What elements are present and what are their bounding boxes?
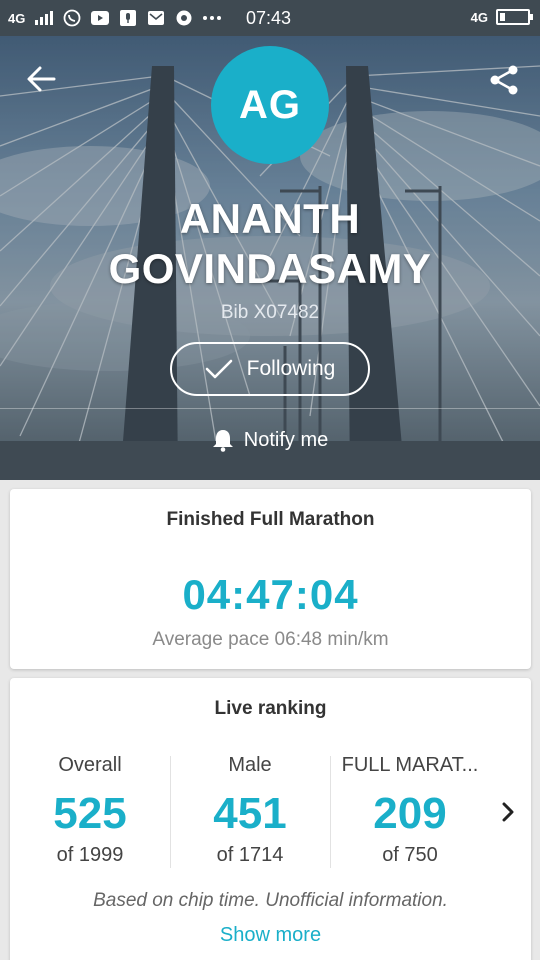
microphone-icon: [119, 9, 137, 27]
runner-last-name: GOVINDASAMY: [108, 245, 432, 292]
status-left: 4G: [8, 9, 222, 27]
share-button[interactable]: [486, 62, 522, 98]
rank-value: 209: [373, 789, 447, 838]
result-title: Finished Full Marathon: [166, 509, 375, 530]
notify-me-label: Notify me: [243, 428, 329, 451]
youtube-icon: [91, 9, 110, 27]
next-ranking-button[interactable]: [496, 796, 520, 828]
whatsapp-icon: [63, 9, 81, 27]
mail-icon: [147, 9, 165, 27]
rank-label: FULL MARAT...: [341, 754, 479, 776]
avatar: AG: [211, 46, 329, 164]
runner-name: ANANTH GOVINDASAMY: [40, 194, 500, 294]
more-notifications-icon: [203, 9, 222, 27]
bib-number: Bib X07482: [220, 302, 320, 323]
back-button[interactable]: [24, 62, 58, 96]
show-more-link[interactable]: Show more: [10, 924, 531, 947]
following-label: Following: [246, 357, 336, 380]
status-right: 4G: [470, 9, 533, 25]
profile-header: AG ANANTH GOVINDASAMY Bib X07482 Followi…: [0, 36, 540, 480]
following-button[interactable]: Following: [170, 342, 370, 396]
back-arrow-icon: [27, 66, 56, 92]
average-pace: Average pace 06:48 min/km: [152, 629, 389, 650]
rank-label: Overall: [58, 754, 122, 776]
runner-first-name: ANANTH: [179, 195, 361, 242]
network-label: 4G: [8, 10, 26, 26]
rank-value: 451: [213, 789, 287, 838]
status-bar: 4G 07:43 4G: [0, 0, 540, 36]
ranking-disclaimer: Based on chip time. Unofficial informati…: [93, 890, 448, 911]
bell-icon: [212, 430, 233, 452]
result-card: Finished Full Marathon 04:47:04 Average …: [10, 489, 531, 669]
ranking-title: Live ranking: [214, 698, 327, 719]
rank-label: Male: [228, 754, 272, 776]
rank-total: of 1999: [56, 844, 124, 866]
network-label-right: 4G: [470, 9, 488, 25]
rank-overall: Overall 525 of 1999: [10, 754, 170, 868]
rank-category: FULL MARAT... 209 of 750: [330, 754, 490, 868]
chevron-right-icon: [502, 802, 514, 822]
signal-icon: [35, 9, 54, 27]
battery-icon: [496, 9, 533, 25]
live-ranking-card[interactable]: Live ranking Overall 525 of 1999 Male 45…: [10, 678, 531, 960]
rank-male: Male 451 of 1714: [170, 754, 330, 868]
check-icon: [205, 359, 232, 379]
clock: 07:43: [246, 8, 292, 28]
notify-me-button[interactable]: Notify me: [0, 428, 540, 452]
header-divider: [0, 408, 540, 409]
rank-total: of 750: [382, 844, 438, 866]
share-icon: [490, 65, 518, 95]
rank-value: 525: [53, 789, 127, 838]
chrome-icon: [175, 9, 193, 27]
rank-total: of 1714: [216, 844, 284, 866]
finish-time: 04:47:04: [182, 571, 359, 618]
ranking-list: Overall 525 of 1999 Male 451 of 1714 FUL…: [10, 754, 490, 868]
